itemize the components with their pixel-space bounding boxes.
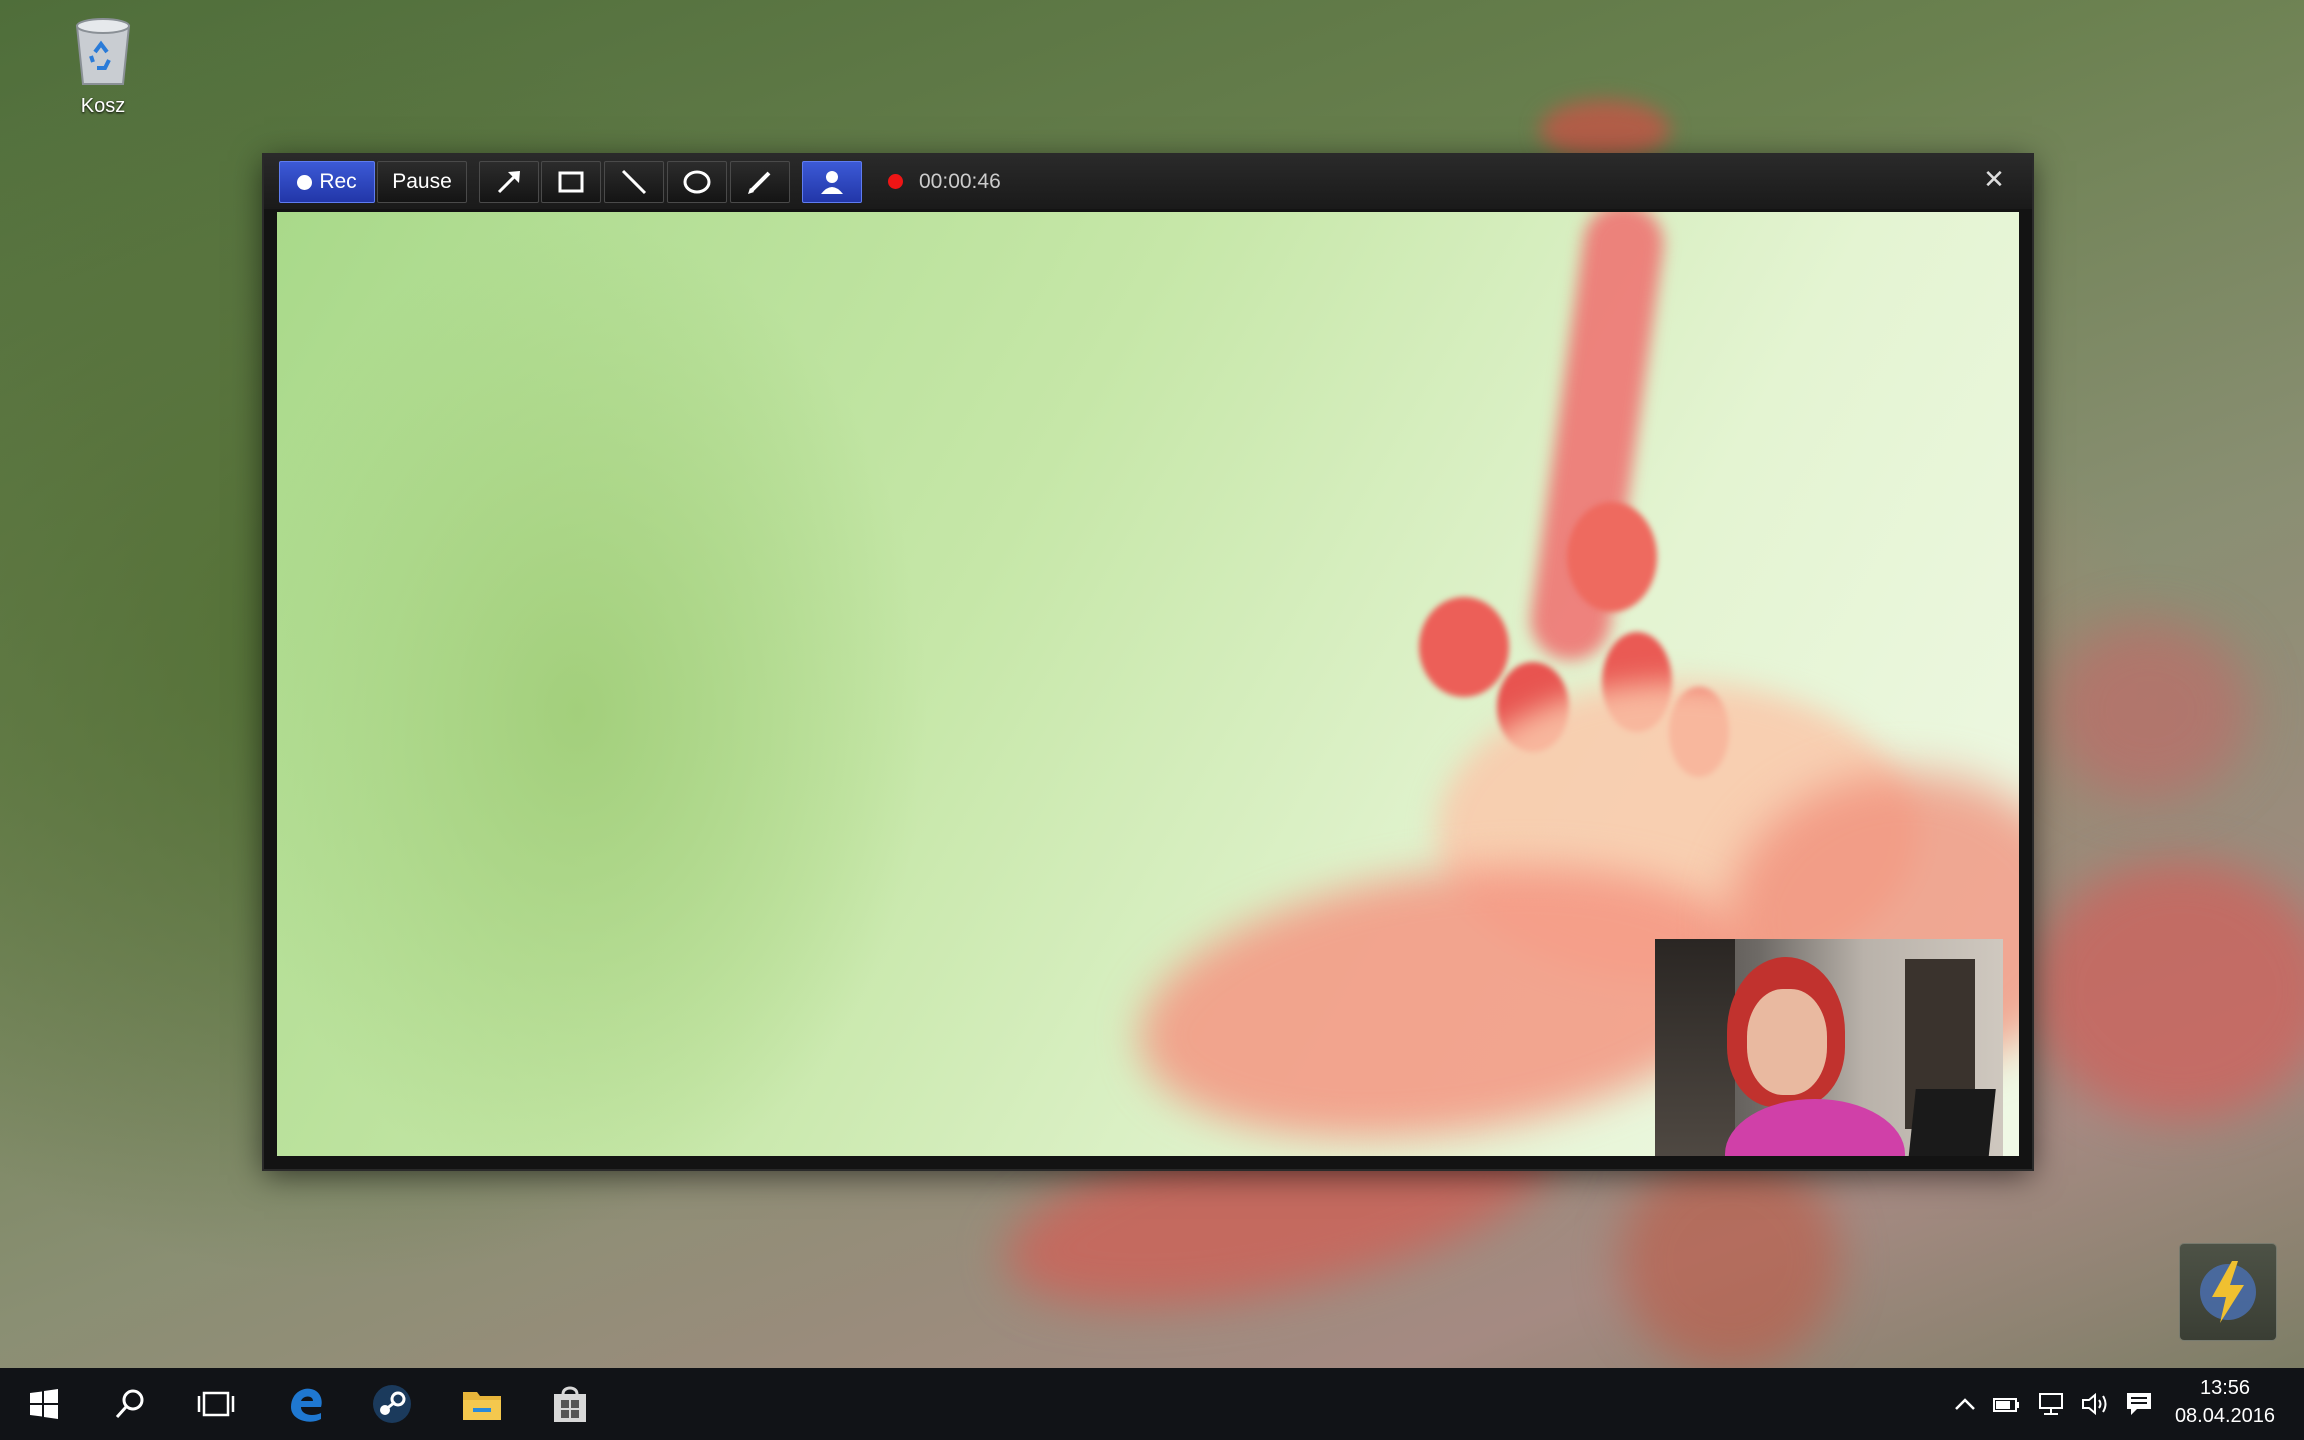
close-icon: ✕ (1983, 163, 2005, 194)
webcam-overlay[interactable] (1655, 939, 2003, 1156)
capture-area (277, 212, 2019, 1156)
screen-recorder-window: Rec Pause 00:00:46 ✕ (264, 155, 2032, 1169)
network-tray-button[interactable] (2034, 1368, 2068, 1440)
edge-icon (291, 1388, 322, 1422)
wallpaper-petal (2050, 620, 2250, 800)
search-button[interactable] (94, 1368, 166, 1440)
arrow-icon (497, 171, 520, 194)
rec-button[interactable]: Rec (279, 161, 375, 203)
pause-button[interactable]: Pause (377, 161, 467, 203)
volume-icon (2082, 1392, 2107, 1416)
wallpaper-petal (2030, 860, 2304, 1120)
recorder-toolbar: Rec Pause 00:00:46 ✕ (264, 155, 2032, 209)
pause-button-label: Pause (392, 170, 452, 193)
webcam-shelf (1655, 939, 1735, 1156)
pen-icon (748, 171, 771, 194)
steam-icon (373, 1385, 411, 1423)
lightning-app-widget[interactable] (2180, 1244, 2276, 1340)
action-center-icon (2127, 1393, 2151, 1415)
recording-timer: 00:00:46 (919, 170, 1001, 193)
edge-button[interactable] (270, 1368, 342, 1440)
record-dot-icon (297, 174, 313, 190)
webcam-person-face (1747, 989, 1827, 1095)
taskbar: 13:56 08.04.2016 (0, 1368, 2304, 1440)
network-icon (2039, 1393, 2063, 1415)
clock-date: 08.04.2016 (2174, 1405, 2276, 1427)
line-icon (621, 169, 647, 195)
clock-time: 13:56 (2199, 1377, 2251, 1399)
rec-button-label: Rec (319, 170, 357, 193)
windows-start-icon (30, 1389, 58, 1419)
webcam-toggle-button[interactable] (802, 161, 862, 203)
action-center-button[interactable] (2122, 1368, 2156, 1440)
rectangle-icon (558, 171, 584, 193)
battery-icon (1993, 1398, 2019, 1412)
webcam-person-icon (821, 171, 843, 194)
task-view-button[interactable] (180, 1368, 252, 1440)
ellipse-icon (683, 170, 711, 194)
start-button[interactable] (8, 1368, 80, 1440)
close-button[interactable]: ✕ (1964, 157, 2024, 201)
file-explorer-button[interactable] (446, 1368, 518, 1440)
flower-stamen (1567, 502, 1657, 612)
battery-tray-button[interactable] (1990, 1368, 2024, 1440)
ellipse-tool-button[interactable] (667, 161, 727, 203)
recycle-bin-shortcut[interactable]: Kosz (60, 12, 146, 118)
task-view-icon (197, 1391, 235, 1417)
volume-tray-button[interactable] (2078, 1368, 2112, 1440)
tray-clock[interactable]: 13:56 08.04.2016 (2160, 1374, 2290, 1430)
wallpaper-petal (1620, 1150, 1840, 1368)
store-button[interactable] (534, 1368, 606, 1440)
chevron-up-icon (1955, 1398, 1975, 1410)
rectangle-tool-button[interactable] (541, 161, 601, 203)
wallpaper-petal (1540, 100, 1670, 160)
webcam-person-shirt (1725, 1099, 1905, 1156)
pen-tool-button[interactable] (730, 161, 790, 203)
webcam-chair (1904, 1089, 1996, 1156)
store-icon (554, 1386, 586, 1422)
line-tool-button[interactable] (604, 161, 664, 203)
steam-button[interactable] (356, 1368, 428, 1440)
recording-indicator (888, 174, 903, 189)
recycle-bin-label: Kosz (80, 95, 126, 117)
lightning-bolt-icon (2200, 1261, 2256, 1323)
flower-stamen (1419, 597, 1509, 697)
file-explorer-icon (463, 1392, 501, 1420)
arrow-tool-button[interactable] (479, 161, 539, 203)
search-icon (115, 1389, 144, 1419)
recycle-bin-icon (75, 18, 131, 85)
show-hidden-icons-button[interactable] (1950, 1368, 1980, 1440)
